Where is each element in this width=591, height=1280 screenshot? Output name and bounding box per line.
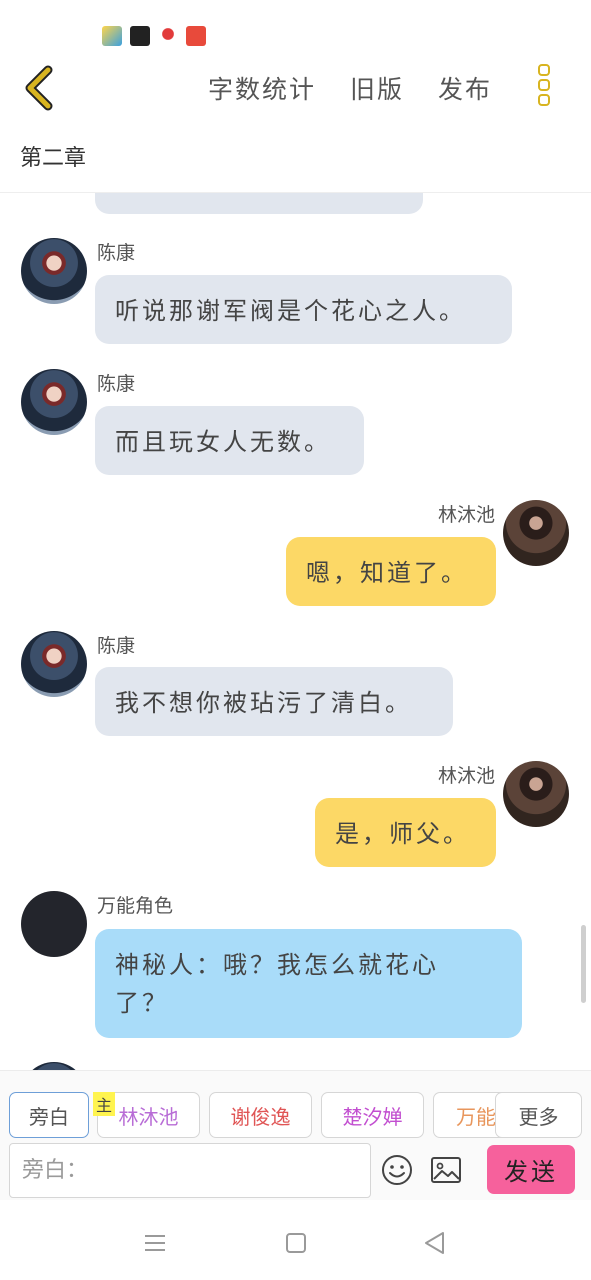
chevron-left-icon [25,65,53,111]
avatar-partial[interactable] [21,1062,87,1070]
chapter-title[interactable]: 第二章 [20,140,86,172]
sender-name: 万能角色 [97,895,174,917]
message-bubble[interactable]: 而且玩女人无数。 [95,406,364,475]
status-notification-icons [102,26,206,46]
image-icon [431,1157,461,1183]
chat-area[interactable]: 陈康 听说那谢军阀是个花心之人。 陈康 而且玩女人无数。 林沐池 嗯，知道了。 … [0,193,591,1070]
back-nav-button[interactable] [422,1230,448,1256]
sender-name: 林沐池 [437,504,495,526]
message-bubble[interactable]: 听说那谢军阀是个花心之人。 [95,275,512,344]
home-square-icon [286,1233,306,1253]
message-bubble-partial[interactable] [95,193,423,214]
message-bubble[interactable]: 神秘人：哦？我怎么就花心了？ [95,929,522,1038]
old-version-button[interactable]: 旧版 [350,70,404,106]
sender-name: 陈康 [97,635,136,657]
scrollbar[interactable] [581,925,586,1003]
app-notification-icon [186,26,206,46]
role-more-button[interactable]: 更多 [495,1092,582,1138]
role-selector-bar: 旁白 林沐池 谢俊逸 楚汐婵 万能 更多 [0,1070,591,1141]
recent-apps-button[interactable] [142,1230,168,1256]
message-input[interactable] [9,1143,371,1198]
home-button[interactable] [283,1230,309,1256]
role-chu-xichan-button[interactable]: 楚汐婵 [321,1092,424,1138]
sender-name: 陈康 [97,242,136,264]
role-narration-button[interactable]: 旁白 [9,1092,89,1138]
top-bar: 字数统计 旧版 发布 [0,56,591,120]
app-notification-icon [130,26,150,46]
menu-dot-icon [538,79,550,91]
more-menu-button[interactable] [530,64,558,112]
main-character-badge: 主 [93,1092,115,1116]
avatar[interactable] [503,500,569,566]
back-button[interactable] [18,64,62,112]
menu-dot-icon [538,64,550,76]
message-bubble[interactable]: 我不想你被玷污了清白。 [95,667,453,736]
avatar[interactable] [21,238,87,304]
sender-name: 林沐池 [437,765,495,787]
role-xie-junyi-button[interactable]: 谢俊逸 [209,1092,312,1138]
emoji-button[interactable] [381,1154,413,1186]
word-count-button[interactable]: 字数统计 [208,70,316,106]
avatar[interactable] [503,761,569,827]
menu-dot-icon [538,94,550,106]
sender-name: 陈康 [97,373,136,395]
send-button[interactable]: 发送 [487,1145,575,1194]
image-button[interactable] [430,1156,462,1184]
smiley-icon [382,1155,412,1185]
input-row: 发送 [0,1140,591,1200]
app-notification-icon [102,26,122,46]
triangle-back-icon [425,1232,444,1254]
avatar[interactable] [21,891,87,957]
publish-button[interactable]: 发布 [438,70,492,106]
avatar[interactable] [21,631,87,697]
avatar[interactable] [21,369,87,435]
role-wildcard-button[interactable]: 万能 [433,1092,503,1138]
menu-icon [145,1235,165,1251]
status-bar [0,0,591,56]
message-bubble[interactable]: 嗯，知道了。 [286,537,496,606]
system-nav-bar [0,1200,591,1280]
message-bubble[interactable]: 是，师父。 [315,798,496,867]
location-notification-icon [158,26,178,46]
